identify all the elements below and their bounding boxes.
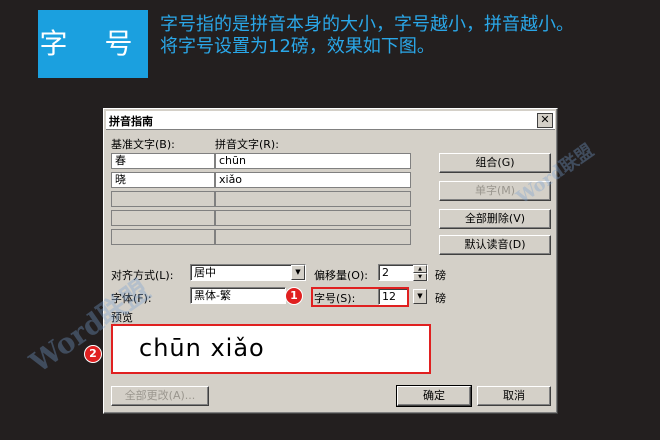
step-marker-1: 1 [285,287,303,305]
font-size-highlight [311,287,409,307]
alignment-dropdown-button[interactable]: ▼ [291,265,305,280]
pinyin-text-field-4[interactable] [215,210,411,226]
ok-button[interactable]: 确定 [396,385,472,407]
offset-spin-down[interactable]: ▼ [413,273,427,281]
chevron-down-icon: ▼ [417,292,423,300]
change-all-button[interactable]: 全部更改(A)... [111,386,209,406]
phonetic-guide-dialog: 拼音指南 ✕ 基准文字(B): 拼音文字(R): 春 chūn 晓 xiǎo 组… [84,108,558,414]
font-size-dropdown-button[interactable]: ▼ [413,289,427,304]
default-reading-button[interactable]: 默认读音(D) [439,235,551,255]
section-description: 字号指的是拼音本身的大小，字号越小，拼音越小。 将字号设置为12磅，效果如下图。 [160,14,650,58]
base-text-field-2[interactable]: 晓 [111,172,215,188]
dialog-title: 拼音指南 [109,115,153,128]
alignment-select[interactable]: 居中 [190,264,306,281]
pinyin-text-field-2[interactable]: xiǎo [215,172,411,188]
base-text-field-3[interactable] [111,191,215,207]
offset-unit: 磅 [435,269,446,282]
description-line-1: 字号指的是拼音本身的大小，字号越小，拼音越小。 [160,14,574,35]
description-line-2: 将字号设置为12磅，效果如下图。 [160,36,435,57]
chevron-down-icon: ▼ [295,268,301,276]
base-text-field-5[interactable] [111,229,215,245]
offset-spin-up[interactable]: ▲ [413,265,427,273]
base-text-field-4[interactable] [111,210,215,226]
pinyin-text-field-3[interactable] [215,191,411,207]
pinyin-text-label: 拼音文字(R): [215,138,279,151]
font-size-unit: 磅 [435,292,446,305]
preview-text: chūn xiǎo [139,334,265,362]
cancel-button[interactable]: 取消 [477,386,551,406]
delete-all-button[interactable]: 全部删除(V) [439,209,551,229]
close-icon: ✕ [540,113,550,126]
base-text-label: 基准文字(B): [111,138,175,151]
section-badge: 字 号 [38,10,148,78]
arrow-down-icon: ▼ [418,274,422,280]
preview-box: chūn xiǎo [111,324,431,374]
offset-label: 偏移量(O): [314,269,368,282]
pinyin-text-field-5[interactable] [215,229,411,245]
font-select[interactable]: 黑体-繁 [190,287,286,304]
pinyin-text-field-1[interactable]: chūn [215,153,411,169]
arrow-up-icon: ▲ [418,266,422,272]
close-button[interactable]: ✕ [537,113,553,128]
dialog-titlebar[interactable]: 拼音指南 ✕ [106,111,555,130]
base-text-field-1[interactable]: 春 [111,153,215,169]
